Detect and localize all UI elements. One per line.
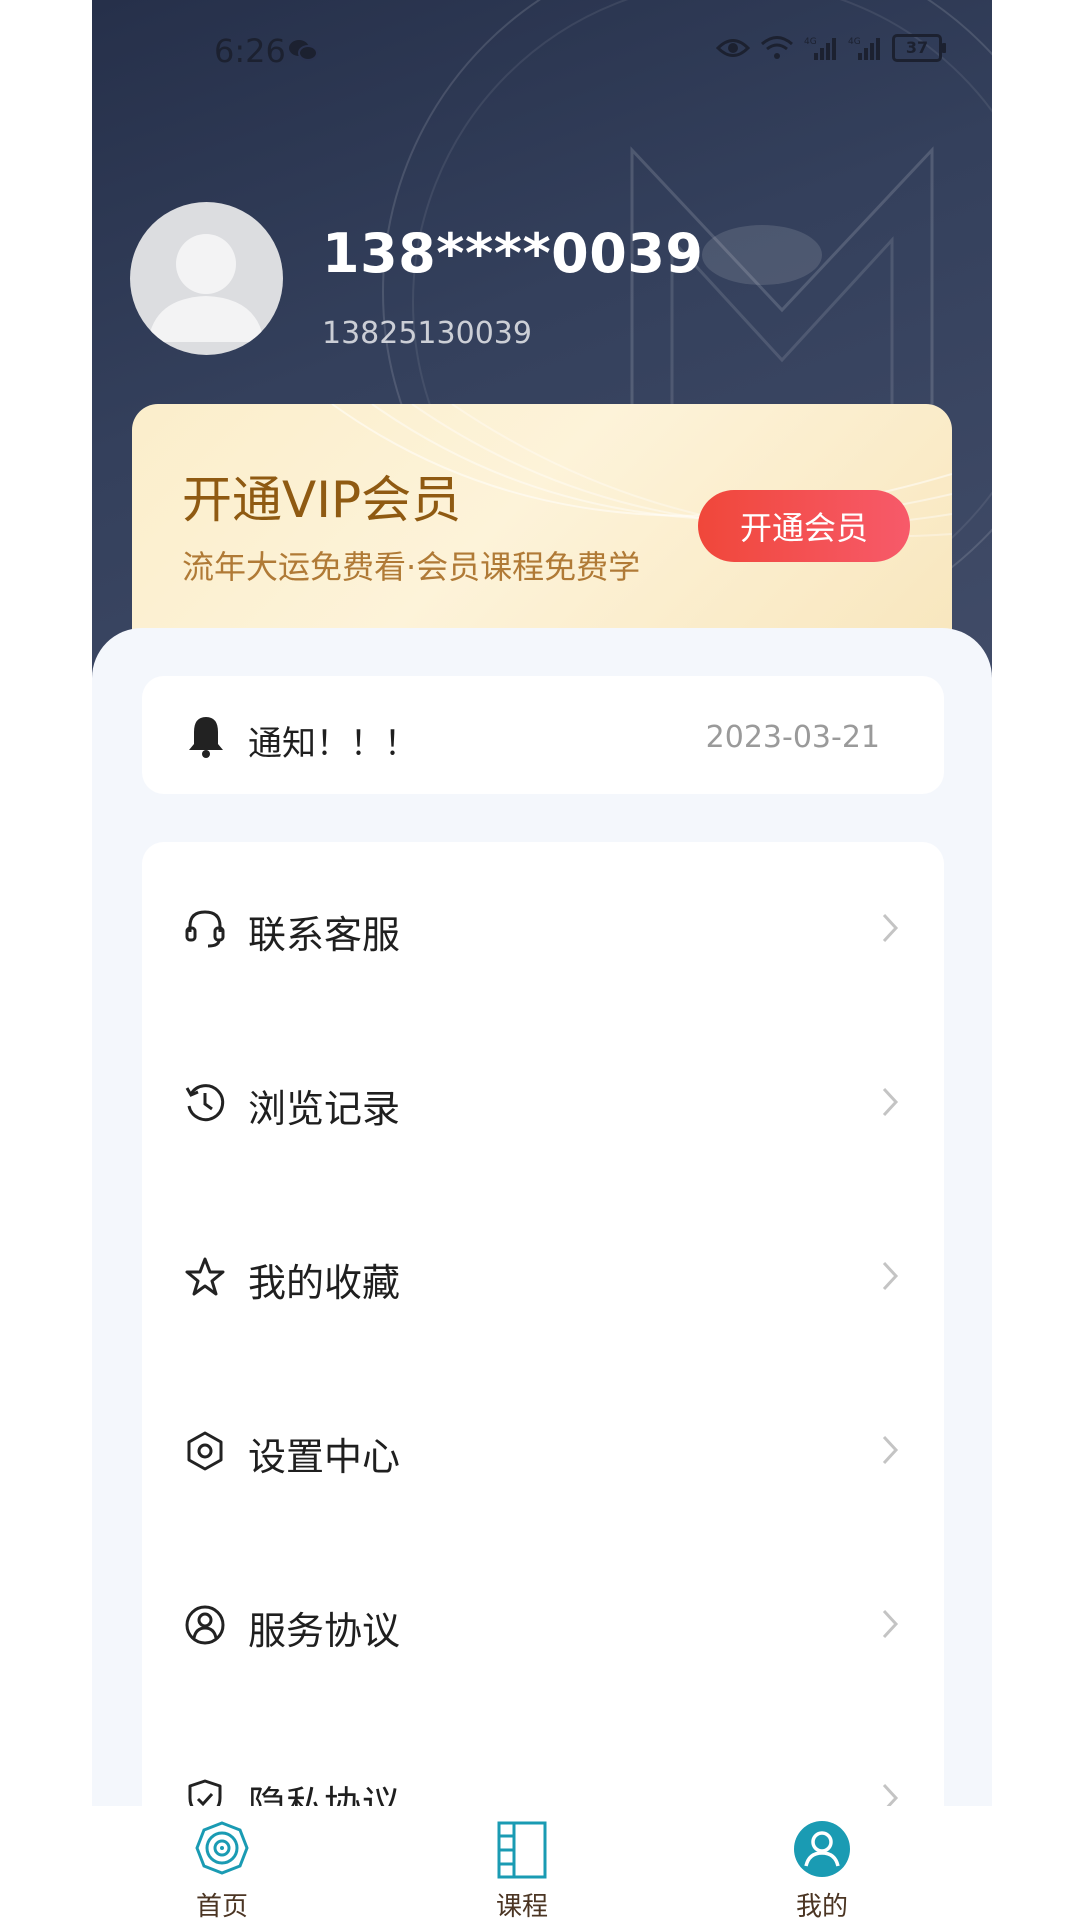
book-icon xyxy=(497,1821,547,1879)
vip-subtitle: 流年大运免费看·会员课程免费学 xyxy=(182,548,641,586)
tab-mine[interactable]: 我的 xyxy=(742,1806,902,1920)
notice-date: 2023-03-21 xyxy=(705,720,880,755)
user-phone: 13825130039 xyxy=(322,316,532,351)
menu-label: 服务协议 xyxy=(248,1609,401,1653)
chevron-right-icon xyxy=(882,1261,899,1291)
menu-label: 联系客服 xyxy=(248,913,401,957)
svg-text:4G: 4G xyxy=(804,37,817,47)
history-icon xyxy=(185,1084,225,1122)
profile-header: 6:26 4G 4G 37 138****0039 13825130039 开通… xyxy=(92,0,992,700)
svg-text:4G: 4G xyxy=(848,37,861,47)
menu-item-settings[interactable]: 设置中心 xyxy=(142,1364,944,1538)
phone-screen: 6:26 4G 4G 37 138****0039 13825130039 开通… xyxy=(92,0,992,1920)
wechat-icon xyxy=(289,40,318,61)
status-bar: 6:26 4G 4G 37 xyxy=(92,0,992,100)
menu-item-customer-service[interactable]: 联系客服 xyxy=(142,842,944,1016)
bell-icon xyxy=(189,717,223,758)
open-vip-button[interactable]: 开通会员 xyxy=(698,490,910,562)
tab-label: 首页 xyxy=(195,1892,248,1920)
user-circle-icon xyxy=(185,1605,225,1645)
tab-courses[interactable]: 课程 xyxy=(442,1806,602,1920)
headset-icon xyxy=(185,910,225,948)
bagua-icon xyxy=(195,1821,249,1875)
person-icon xyxy=(794,1821,850,1877)
menu-label: 设置中心 xyxy=(248,1435,401,1479)
tab-label: 我的 xyxy=(795,1892,848,1920)
content-area: 通知！！！ 2023-03-21 联系客服 浏览记录 我的收藏 设置中心 服务协… xyxy=(92,628,992,1920)
default-avatar-icon xyxy=(148,234,264,342)
bottom-tab-bar: 首页 课程 我的 xyxy=(92,1806,992,1920)
status-icons: 4G 4G 37 xyxy=(716,34,946,62)
status-time: 6:26 xyxy=(214,32,286,70)
settings-icon xyxy=(187,1431,223,1471)
wifi-icon xyxy=(761,36,793,59)
chevron-right-icon xyxy=(882,1435,899,1465)
tab-home[interactable]: 首页 xyxy=(142,1806,302,1920)
menu-item-service-agreement[interactable]: 服务协议 xyxy=(142,1538,944,1712)
chevron-right-icon xyxy=(882,913,899,943)
tab-label: 课程 xyxy=(495,1892,548,1920)
notice-bar[interactable]: 通知！！！ 2023-03-21 xyxy=(142,676,944,794)
signal-icon: 4G xyxy=(848,37,880,60)
chevron-right-icon xyxy=(882,1087,899,1117)
menu-item-history[interactable]: 浏览记录 xyxy=(142,1016,944,1190)
vip-title: 开通VIP会员 xyxy=(182,471,462,529)
battery-icon: 37 xyxy=(892,34,946,62)
notice-text: 通知！！！ xyxy=(248,724,418,764)
signal-icon: 4G xyxy=(804,37,836,60)
menu-item-favorites[interactable]: 我的收藏 xyxy=(142,1190,944,1364)
star-icon xyxy=(185,1257,225,1296)
avatar[interactable] xyxy=(130,202,283,355)
username: 138****0039 xyxy=(322,222,704,285)
vip-card[interactable]: 开通VIP会员 流年大运免费看·会员课程免费学 开通会员 xyxy=(132,404,952,664)
eye-icon xyxy=(716,39,750,57)
chevron-right-icon xyxy=(882,1609,899,1639)
menu-label: 我的收藏 xyxy=(248,1261,401,1305)
menu-list: 联系客服 浏览记录 我的收藏 设置中心 服务协议 隐私协议 xyxy=(142,842,944,1920)
menu-label: 浏览记录 xyxy=(248,1087,401,1131)
